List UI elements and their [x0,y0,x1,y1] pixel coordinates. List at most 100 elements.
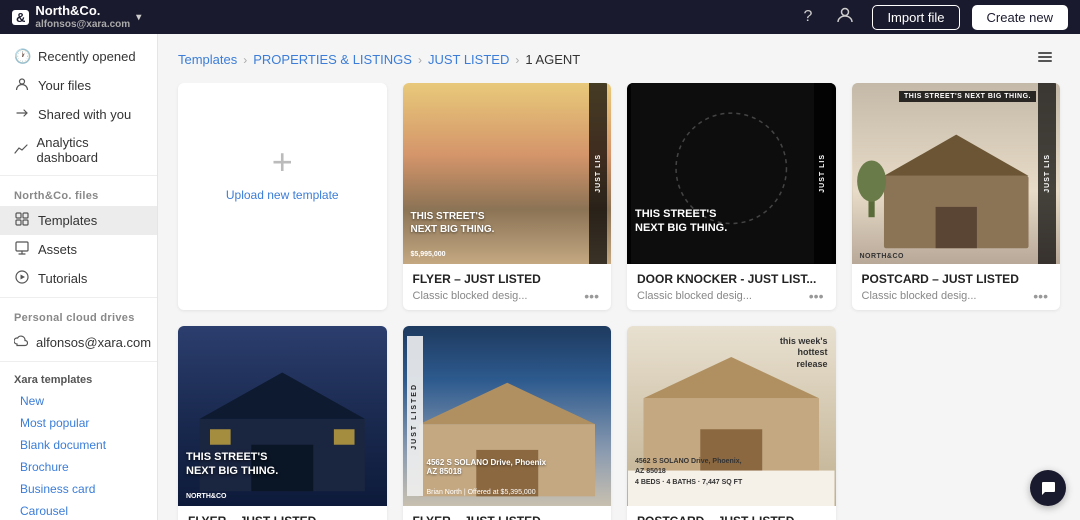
template-card-5[interactable]: this week'shottestrelease 4562 S SOLANO … [627,326,836,520]
sidebar-divider [0,175,157,176]
sidebar-item-your-files[interactable]: Your files [0,71,157,100]
brand-info: North&Co. alfonsos@xara.com [35,3,130,31]
thumb-tag-0: JUST LIS [589,83,607,264]
xara-template-business-card[interactable]: Business card [0,478,157,500]
chat-bubble[interactable] [1030,470,1066,506]
template-title-1: DOOR KNOCKER - JUST LIST... [637,272,826,286]
personal-section-label: Personal cloud drives [0,302,157,328]
upload-plus-icon: + [272,144,293,180]
xara-template-new[interactable]: New [0,390,157,412]
breadcrumb-properties[interactable]: PROPERTIES & LISTINGS [253,52,412,67]
template-desc-1: Classic blocked desig... [637,290,807,302]
breadcrumb: Templates › PROPERTIES & LISTINGS › JUST… [158,34,1080,83]
brand-chevron-icon[interactable]: ▾ [136,12,141,23]
top-navigation: & North&Co. alfonsos@xara.com ▾ ? Import… [0,0,1080,34]
sidebar-divider-3 [0,361,157,362]
view-toggle-button[interactable] [1030,46,1060,73]
upload-template-card[interactable]: + Upload new template [178,83,387,310]
sidebar: 🕐 Recently opened Your files Shared with… [0,34,158,520]
breadcrumb-just-listed[interactable]: JUST LISTED [428,52,509,67]
template-meta-1: Classic blocked desig... ••• [637,288,826,304]
template-thumb-5: this week'shottestrelease 4562 S SOLANO … [627,326,836,507]
cloud-icon [14,334,28,351]
template-thumb-0: THIS STREET'SNEXT BIG THING. $5,995,000 … [403,83,612,264]
template-title-4: FLYER – JUST LISTED [413,514,602,520]
template-info-3: FLYER – JUST LISTED Classic blocked desi… [178,506,387,520]
sidebar-item-label: Tutorials [38,271,87,286]
sidebar-item-templates[interactable]: Templates [0,206,157,235]
upload-label: Upload new template [226,188,339,202]
template-info-0: FLYER – JUST LISTED Classic blocked desi… [403,264,612,310]
thumb-tag-1: JUST LIS [814,83,832,264]
template-card-4[interactable]: JUST LISTED 4562 S SOLANO Drive, Phoenix… [403,326,612,520]
template-card-2[interactable]: THIS STREET'S NEXT BIG THING. JUST LIS N… [852,83,1061,310]
template-options-button-2[interactable]: ••• [1031,288,1050,304]
main-content: Templates › PROPERTIES & LISTINGS › JUST… [158,34,1080,520]
template-card-3[interactable]: THIS STREET'SNEXT BIG THING. NORTH&CO FL… [178,326,387,520]
xara-template-blank-document[interactable]: Blank document [0,434,157,456]
sidebar-item-personal-cloud[interactable]: alfonsos@xara.com [0,328,157,357]
tutorials-icon [14,270,30,287]
templates-icon [14,212,30,229]
thumb-tag-2: JUST LIS [1038,83,1056,264]
template-title-3: FLYER – JUST LISTED [188,514,377,520]
template-meta-0: Classic blocked desig... ••• [413,288,602,304]
sidebar-item-recently-opened[interactable]: 🕐 Recently opened [0,42,157,71]
template-card-1[interactable]: THIS STREET'SNEXT BIG THING. JUST LIS DO… [627,83,836,310]
main-layout: 🕐 Recently opened Your files Shared with… [0,34,1080,520]
sidebar-item-tutorials[interactable]: Tutorials [0,264,157,293]
breadcrumb-sep-1: › [243,53,247,67]
clock-icon: 🕐 [14,48,30,65]
analytics-icon [14,142,29,159]
template-grid: + Upload new template THIS STREET'SNEXT … [158,83,1080,520]
sidebar-item-label: Recently opened [38,49,136,64]
brand-email: alfonsos@xara.com [35,19,130,31]
breadcrumb-templates[interactable]: Templates [178,52,237,67]
account-button[interactable] [830,4,860,31]
brand-name: North&Co. [35,3,130,19]
share-icon [14,106,30,123]
template-title-5: POSTCARD – JUST LISTED [637,514,826,520]
template-thumb-1: THIS STREET'SNEXT BIG THING. JUST LIS [627,83,836,264]
template-info-1: DOOR KNOCKER - JUST LIST... Classic bloc… [627,264,836,310]
template-desc-0: Classic blocked desig... [413,290,583,302]
northco-section-label: North&Co. files [0,180,157,206]
template-title-2: POSTCARD – JUST LISTED [862,272,1051,286]
template-info-4: FLYER – JUST LISTED Classic blocked desi… [403,506,612,520]
xara-template-carousel[interactable]: Carousel [0,500,157,520]
template-thumb-3: THIS STREET'SNEXT BIG THING. NORTH&CO [178,326,387,507]
user-icon [14,77,30,94]
sidebar-item-label: alfonsos@xara.com [36,335,151,350]
brand-logo[interactable]: & North&Co. alfonsos@xara.com ▾ [12,3,141,31]
help-button[interactable]: ? [798,6,819,28]
xara-template-most-popular[interactable]: Most popular [0,412,157,434]
assets-icon [14,241,30,258]
sidebar-divider-2 [0,297,157,298]
template-meta-2: Classic blocked desig... ••• [862,288,1051,304]
template-card-0[interactable]: THIS STREET'SNEXT BIG THING. $5,995,000 … [403,83,612,310]
template-thumb-2: THIS STREET'S NEXT BIG THING. JUST LIS N… [852,83,1061,264]
template-options-button-1[interactable]: ••• [807,288,826,304]
xara-templates-label: Xara templates [0,366,157,390]
create-new-button[interactable]: Create new [972,5,1068,30]
template-thumb-4: JUST LISTED 4562 S SOLANO Drive, Phoenix… [403,326,612,507]
template-options-button-0[interactable]: ••• [582,288,601,304]
xara-template-brochure[interactable]: Brochure [0,456,157,478]
sidebar-item-label: Analytics dashboard [37,135,143,165]
breadcrumb-sep-3: › [515,53,519,67]
template-info-5: POSTCARD – JUST LISTED Classic blocked d… [627,506,836,520]
sidebar-item-label: Assets [38,242,77,257]
template-title-0: FLYER – JUST LISTED [413,272,602,286]
breadcrumb-sep-2: › [418,53,422,67]
upload-area[interactable]: + Upload new template [178,83,387,264]
template-desc-2: Classic blocked desig... [862,290,1032,302]
sidebar-item-label: Templates [38,213,97,228]
sidebar-item-shared-with-you[interactable]: Shared with you [0,100,157,129]
sidebar-item-label: Shared with you [38,107,131,122]
import-file-button[interactable]: Import file [872,5,959,30]
brand-ampersand: & [12,10,29,25]
sidebar-item-assets[interactable]: Assets [0,235,157,264]
template-info-2: POSTCARD – JUST LISTED Classic blocked d… [852,264,1061,310]
sidebar-item-analytics[interactable]: Analytics dashboard [0,129,157,171]
sidebar-item-label: Your files [38,78,91,93]
